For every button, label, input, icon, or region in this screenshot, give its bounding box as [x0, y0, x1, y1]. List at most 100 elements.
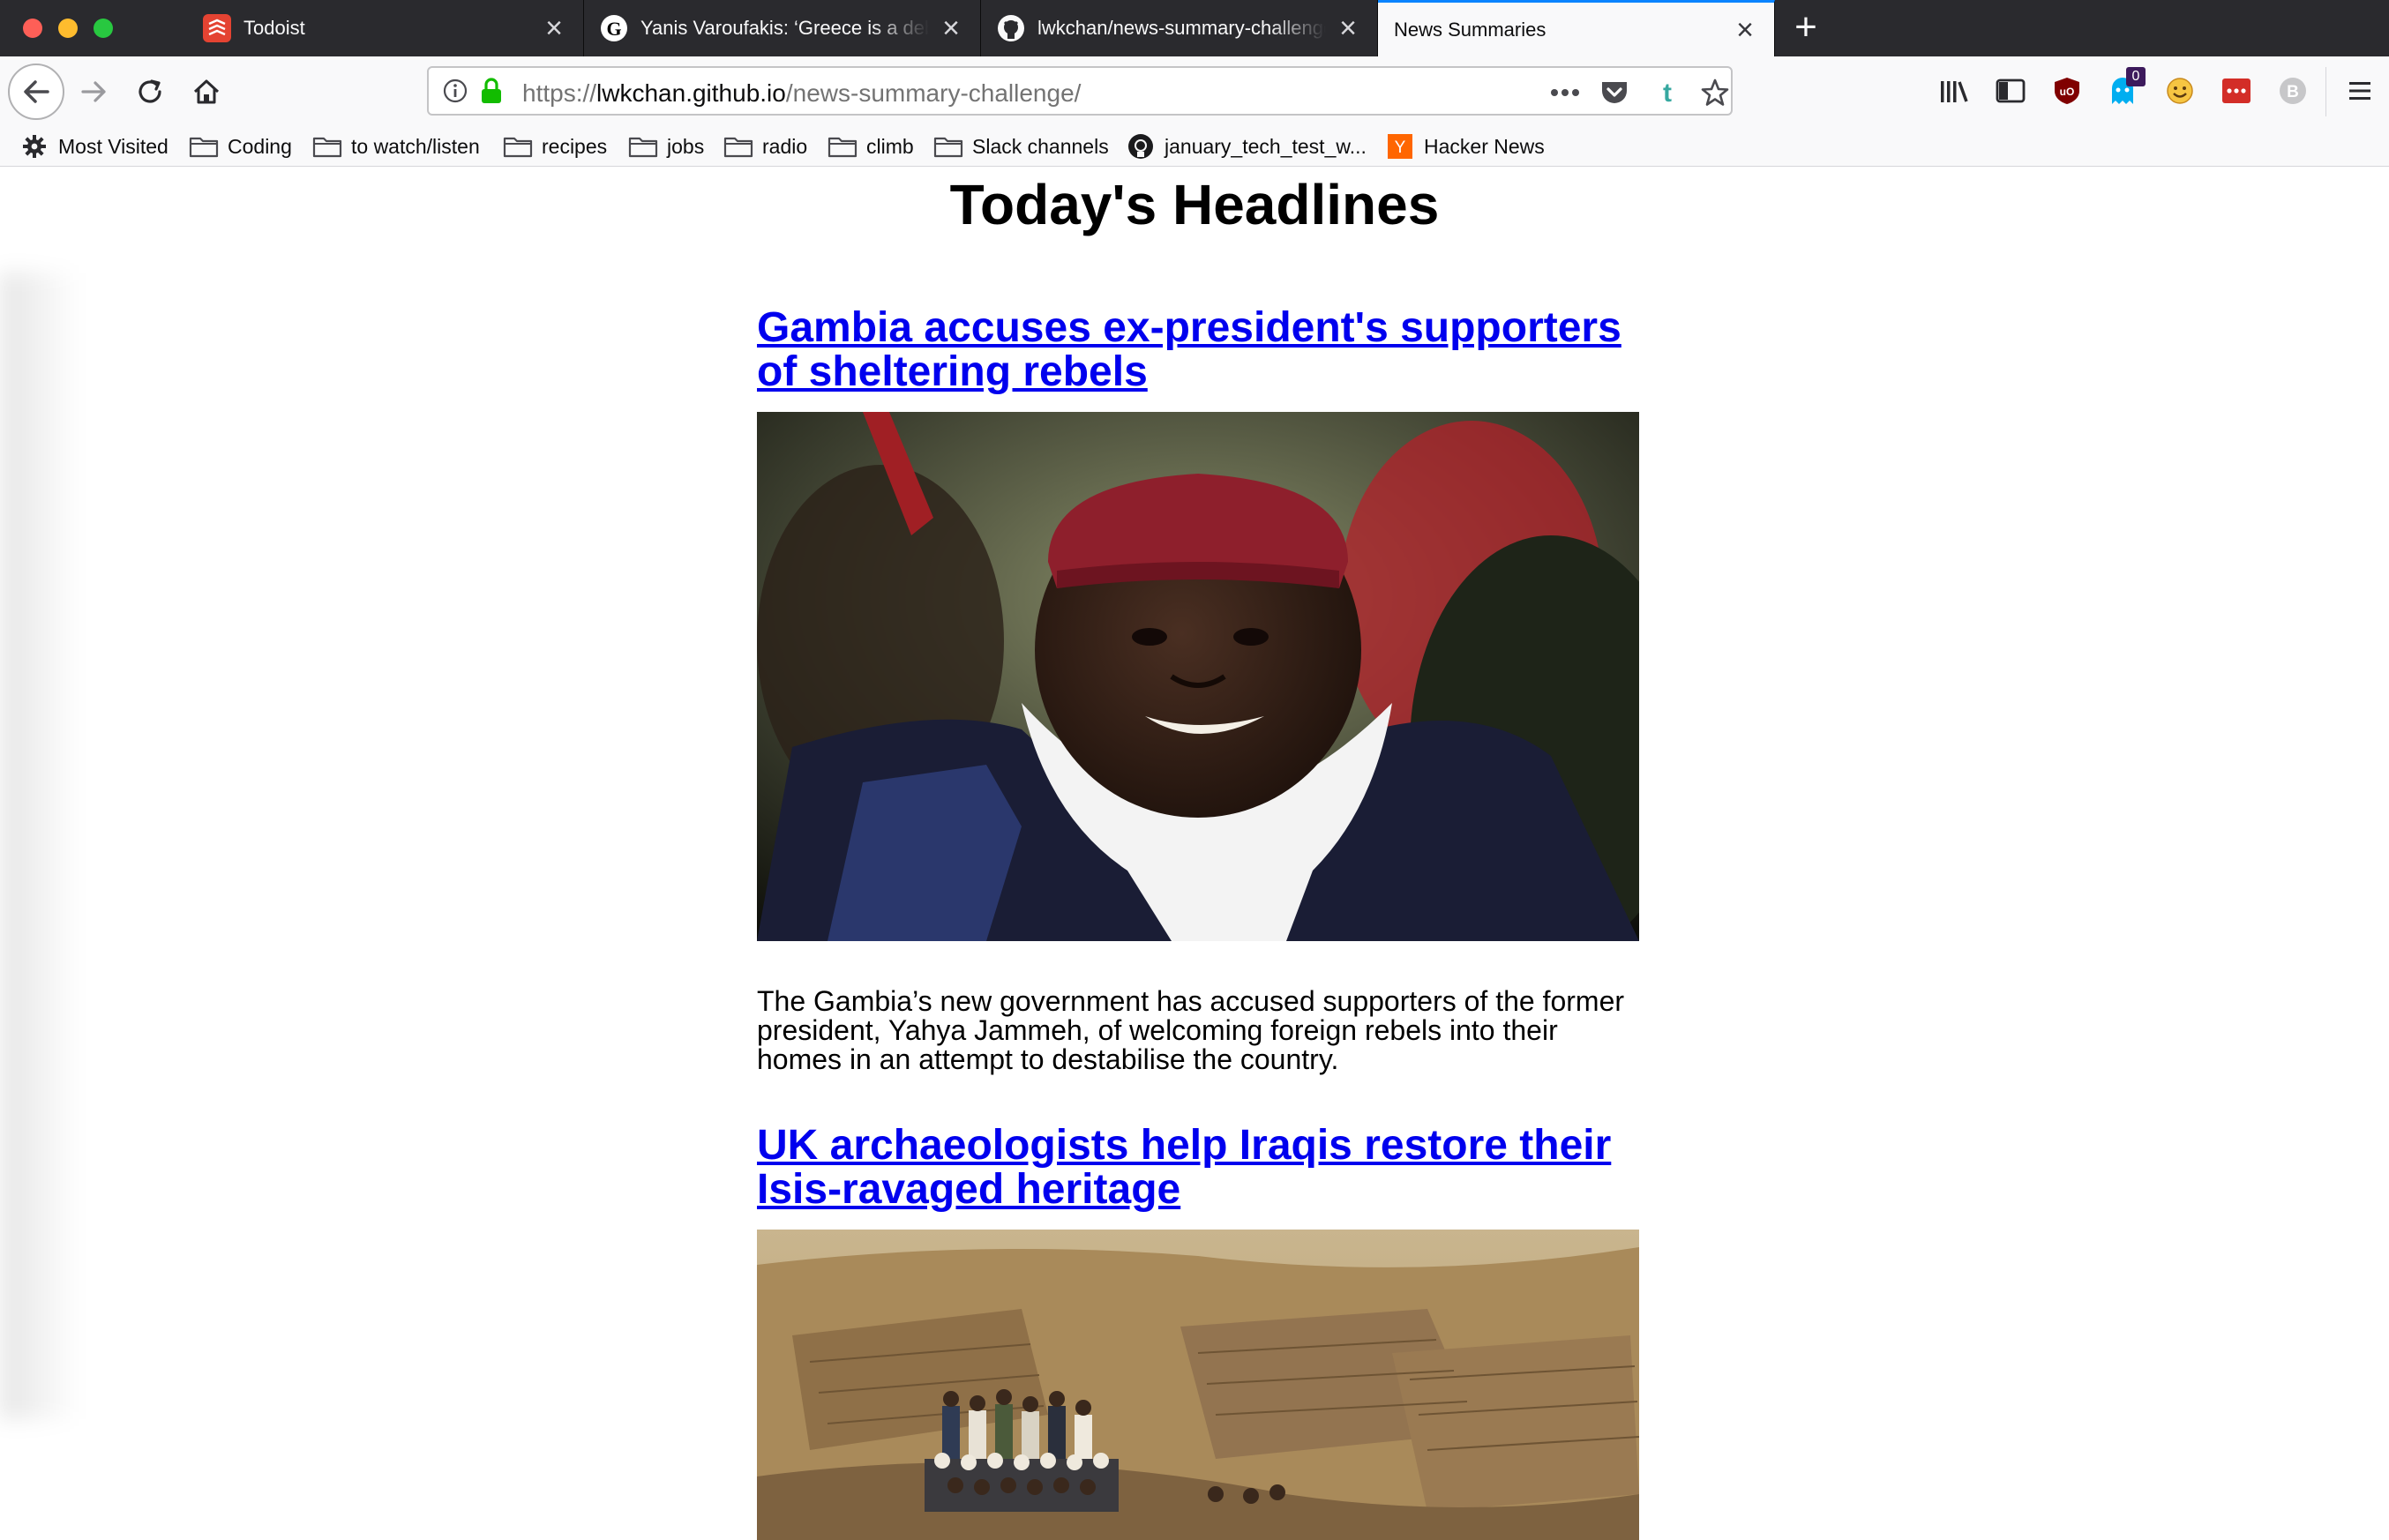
tab-label: lwkchan/news-summary-challenge [1037, 17, 1326, 39]
folder-icon [628, 134, 658, 159]
zoom-window-button[interactable] [94, 19, 113, 38]
more-dots-icon [1551, 89, 1579, 96]
page-title: Today's Headlines [949, 173, 1440, 236]
tumblr-button[interactable]: t [1650, 77, 1685, 108]
home-icon [193, 79, 220, 104]
tab-bar: Todoist × G Yanis Varoufakis: ‘Greece is… [0, 0, 2389, 56]
url-scheme: https:// [522, 79, 597, 107]
folder-icon [828, 134, 857, 159]
sidebar-button[interactable] [1994, 74, 2027, 108]
b-circle-icon: B [2280, 78, 2306, 104]
toolbar-divider [2325, 67, 2326, 116]
folder-icon [933, 134, 963, 159]
pocket-button[interactable] [1597, 77, 1632, 108]
lastpass-button[interactable] [2220, 74, 2253, 108]
back-button[interactable] [7, 63, 65, 121]
bitcoin-extension-button[interactable]: B [2276, 74, 2310, 108]
close-tab-icon[interactable]: × [938, 13, 964, 43]
back-arrow-icon [8, 64, 64, 120]
close-tab-icon[interactable]: × [1732, 15, 1758, 45]
todoist-icon [203, 14, 231, 42]
y-combinator-icon: Y [1385, 134, 1415, 159]
tumblr-icon: t [1663, 78, 1672, 107]
library-button[interactable] [1937, 74, 1971, 108]
svg-text:B: B [2287, 83, 2299, 101]
bookmark-label: radio [762, 134, 808, 158]
url-host: lwkchan.github.io [596, 79, 786, 107]
bookmark-folder-recipes[interactable]: recipes [503, 127, 607, 166]
tab-github[interactable]: lwkchan/news-summary-challenge × [981, 0, 1378, 56]
bookmark-hacker-news[interactable]: Y Hacker News [1385, 127, 1545, 166]
close-tab-icon[interactable]: × [1335, 13, 1361, 43]
svg-text:Y: Y [1395, 138, 1406, 157]
page-actions-button[interactable] [1547, 77, 1583, 108]
ublock-button[interactable]: uO [2050, 74, 2084, 108]
folder-icon [189, 134, 219, 159]
bookmark-folder-to-watch[interactable]: to watch/listen [312, 127, 480, 166]
bookmark-folder-slack-channels[interactable]: Slack channels [933, 127, 1109, 166]
reload-button[interactable] [132, 74, 168, 109]
gear-icon [19, 134, 49, 159]
bookmark-star-button[interactable] [1697, 77, 1733, 108]
url-text[interactable]: https://lwkchan.github.io/news-summary-c… [522, 79, 1081, 108]
minimize-window-button[interactable] [58, 19, 78, 38]
emoji-extension-button[interactable] [2163, 74, 2197, 108]
folder-icon [723, 134, 753, 159]
forward-arrow-icon [81, 81, 106, 102]
sidebar-shadow [0, 273, 79, 1419]
tab-todoist[interactable]: Todoist × [187, 0, 584, 56]
bookmark-folder-radio[interactable]: radio [723, 127, 807, 166]
article-headline: UK archaeologists help Iraqis restore th… [757, 1124, 1639, 1212]
tab-label: News Summaries [1394, 18, 1546, 41]
bookmark-folder-jobs[interactable]: jobs [628, 127, 704, 166]
guardian-icon: G [600, 14, 628, 42]
github-icon [1126, 134, 1156, 159]
bookmark-label: Slack channels [972, 134, 1109, 158]
headline-link[interactable]: UK archaeologists help Iraqis restore th… [757, 1122, 1611, 1213]
bookmark-label: Most Visited [58, 134, 169, 158]
bookmark-january-tech-test[interactable]: january_tech_test_w... [1126, 127, 1367, 166]
smiley-icon [2167, 78, 2193, 104]
bookmark-folder-coding[interactable]: Coding [189, 127, 292, 166]
page-content: Today's Headlines Gambia accuses ex-pres… [0, 167, 2389, 1540]
tab-guardian[interactable]: G Yanis Varoufakis: ‘Greece is a debt co… [584, 0, 981, 56]
info-icon[interactable] [443, 78, 468, 103]
new-tab-button[interactable]: + [1784, 5, 1828, 49]
url-path: /news-summary-challenge/ [785, 79, 1082, 107]
article-archaeology: UK archaeologists help Iraqis restore th… [757, 1124, 1639, 1540]
article-summary: The Gambia’s new government has accused … [757, 985, 1625, 1075]
svg-text:t: t [1663, 78, 1672, 107]
lock-icon[interactable] [480, 77, 503, 105]
notification-badge: 0 [2126, 67, 2146, 86]
menu-button[interactable] [2343, 74, 2377, 108]
bookmark-label: Coding [228, 134, 292, 158]
bookmarks-toolbar: Most Visited Coding to watch/listen reci… [0, 127, 2389, 167]
article-gambia: Gambia accuses ex-president's supporters… [757, 306, 1639, 1241]
close-window-button[interactable] [23, 19, 42, 38]
bookmark-label: to watch/listen [351, 134, 480, 158]
headline-link[interactable]: Gambia accuses ex-president's supporters… [757, 304, 1621, 395]
bookmark-folder-climb[interactable]: climb [828, 127, 914, 166]
folder-icon [312, 134, 342, 159]
bookmark-label: jobs [667, 134, 705, 158]
library-icon [1941, 81, 1968, 102]
hamburger-menu-icon [2349, 82, 2370, 100]
bookmark-most-visited[interactable]: Most Visited [19, 127, 169, 166]
pocket-icon [1602, 82, 1627, 103]
address-bar[interactable]: https://lwkchan.github.io/news-summary-c… [427, 66, 1733, 116]
close-tab-icon[interactable]: × [541, 13, 567, 43]
navigation-toolbar: https://lwkchan.github.io/news-summary-c… [0, 56, 2389, 127]
article-photo-portrait [757, 412, 1639, 941]
tab-label: Yanis Varoufakis: ‘Greece is a debt colo… [640, 17, 929, 39]
ublock-shield-icon: uO [2055, 78, 2079, 104]
article-photo-archaeology [757, 1230, 1639, 1540]
forward-button[interactable] [76, 74, 111, 109]
tab-news-summaries[interactable]: News Summaries × [1378, 0, 1775, 56]
home-button[interactable] [189, 74, 224, 109]
sidebar-icon [1996, 78, 2026, 103]
lastpass-icon [2222, 78, 2250, 103]
bookmark-label: recipes [542, 134, 608, 158]
star-icon [1701, 78, 1729, 106]
bookmark-label: climb [866, 134, 914, 158]
reload-icon [139, 79, 161, 103]
